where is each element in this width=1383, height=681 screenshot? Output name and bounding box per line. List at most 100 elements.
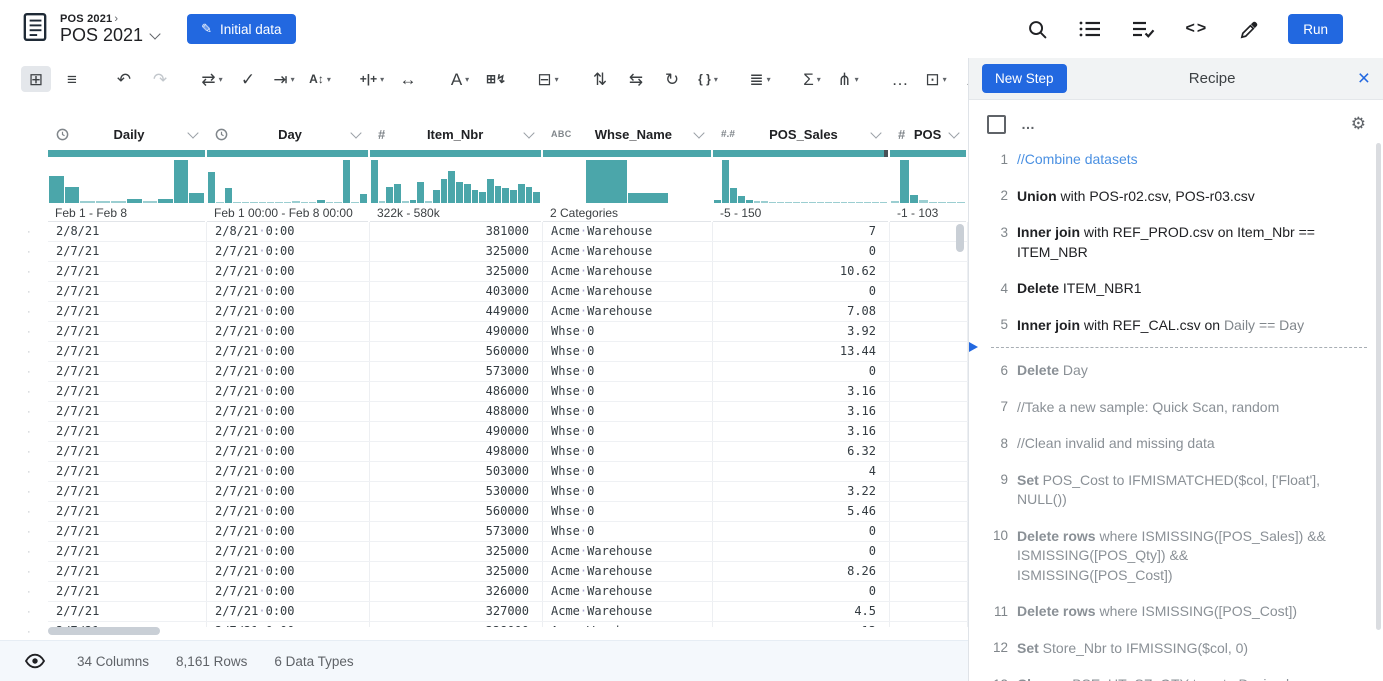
table-cell[interactable]: 2/7/21 bbox=[48, 302, 207, 321]
more-button[interactable]: … bbox=[885, 66, 915, 92]
eye-icon[interactable] bbox=[25, 653, 45, 669]
row-handle[interactable]: · bbox=[0, 482, 48, 502]
histogram-bar[interactable] bbox=[769, 202, 776, 203]
merge-columns-button[interactable]: ↔ bbox=[393, 66, 423, 92]
histogram-bar[interactable] bbox=[533, 192, 540, 203]
table-cell[interactable]: Acme·Warehouse bbox=[543, 562, 713, 581]
replace-button[interactable]: ⇄▾ bbox=[197, 66, 227, 92]
table-cell[interactable]: 326000 bbox=[370, 582, 543, 601]
histogram-bar[interactable] bbox=[929, 202, 937, 203]
table-cell[interactable]: 325000 bbox=[370, 542, 543, 561]
table-cell[interactable]: 4.5 bbox=[713, 602, 890, 621]
table-cell[interactable]: 560000 bbox=[370, 342, 543, 361]
table-cell[interactable] bbox=[890, 542, 968, 561]
initial-data-button[interactable]: ✎Initial data bbox=[187, 14, 295, 44]
column-quality-bar[interactable] bbox=[207, 150, 368, 157]
vertical-scrollbar[interactable] bbox=[956, 224, 964, 252]
table-cell[interactable]: 2/7/21 bbox=[48, 602, 207, 621]
table-cell[interactable]: Whse·0 bbox=[543, 322, 713, 341]
table-cell[interactable]: 2/7/21·0:00 bbox=[207, 402, 370, 421]
table-cell[interactable]: 449000 bbox=[370, 302, 543, 321]
table-cell[interactable]: 2/8/21 bbox=[48, 222, 207, 241]
table-cell[interactable]: 403000 bbox=[370, 282, 543, 301]
column-quality-bar[interactable] bbox=[48, 150, 205, 157]
table-cell[interactable] bbox=[890, 342, 968, 361]
histogram-bar[interactable] bbox=[502, 188, 509, 203]
table-cell[interactable]: Acme·Warehouse bbox=[543, 542, 713, 561]
histogram-bar[interactable] bbox=[586, 160, 627, 203]
table-cell[interactable]: 486000 bbox=[370, 382, 543, 401]
recipe-step-6[interactable]: 6Delete Day bbox=[986, 361, 1367, 381]
table-cell[interactable]: 2/7/21 bbox=[48, 522, 207, 541]
histogram-bar[interactable] bbox=[856, 202, 863, 203]
histogram-bar[interactable] bbox=[809, 202, 816, 203]
histogram-bar[interactable] bbox=[510, 190, 517, 203]
table-cell[interactable]: 328000 bbox=[370, 622, 543, 627]
row-handle[interactable]: · bbox=[0, 322, 48, 342]
histogram-bar[interactable] bbox=[900, 160, 908, 203]
table-cell[interactable]: 2/7/21·0:00 bbox=[207, 322, 370, 341]
histogram-bar[interactable] bbox=[225, 188, 232, 203]
table-cell[interactable]: 4 bbox=[713, 462, 890, 481]
run-button[interactable]: Run bbox=[1288, 14, 1343, 44]
histogram-bar[interactable] bbox=[947, 202, 955, 203]
table-cell[interactable]: 327000 bbox=[370, 602, 543, 621]
histogram-bar[interactable] bbox=[754, 201, 761, 203]
checklist-icon[interactable] bbox=[1132, 19, 1155, 39]
table-cell[interactable]: 2/7/21·0:00 bbox=[207, 522, 370, 541]
histogram-bar[interactable] bbox=[841, 202, 848, 203]
table-cell[interactable]: Whse·0 bbox=[543, 422, 713, 441]
select-all-checkbox[interactable] bbox=[987, 115, 1006, 134]
histogram-bar[interactable] bbox=[233, 202, 240, 203]
table-cell[interactable]: 7.08 bbox=[713, 302, 890, 321]
row-handle[interactable]: · bbox=[0, 242, 48, 262]
table-cell[interactable]: 2/7/21 bbox=[48, 502, 207, 521]
histogram-bar[interactable] bbox=[441, 179, 448, 204]
histogram-bar[interactable] bbox=[433, 190, 440, 203]
table-cell[interactable]: 2/7/21·0:00 bbox=[207, 602, 370, 621]
histogram-bar[interactable] bbox=[208, 172, 215, 203]
table-cell[interactable]: 560000 bbox=[370, 502, 543, 521]
histogram-bar[interactable] bbox=[456, 182, 463, 204]
histogram-bar[interactable] bbox=[833, 202, 840, 203]
row-handle[interactable]: · bbox=[0, 522, 48, 542]
histogram-bar[interactable] bbox=[628, 193, 669, 203]
sort-button[interactable]: A↕▾ bbox=[305, 66, 335, 92]
table-cell[interactable] bbox=[890, 622, 968, 627]
histogram-bar[interactable] bbox=[472, 190, 479, 203]
search-icon[interactable] bbox=[1027, 19, 1048, 40]
functions-button[interactable]: { }▾ bbox=[693, 66, 723, 92]
table-cell[interactable]: 2/7/21·0:00 bbox=[207, 282, 370, 301]
histogram-bar[interactable] bbox=[379, 201, 386, 203]
row-handle[interactable]: · bbox=[0, 582, 48, 602]
histogram-bar[interactable] bbox=[158, 199, 173, 203]
table-cell[interactable]: 3.16 bbox=[713, 422, 890, 441]
table-cell[interactable]: 530000 bbox=[370, 482, 543, 501]
table-cell[interactable]: 7 bbox=[713, 222, 890, 241]
page-title[interactable]: POS 2021 bbox=[60, 26, 159, 46]
recipe-step-11[interactable]: 11Delete rows where ISMISSING([POS_Cost]… bbox=[986, 602, 1367, 622]
column-histogram[interactable] bbox=[890, 157, 966, 203]
table-cell[interactable]: 2/7/21 bbox=[48, 582, 207, 601]
table-cell[interactable] bbox=[890, 482, 968, 501]
undo-button[interactable]: ↶ bbox=[109, 66, 139, 92]
table-cell[interactable]: 13.44 bbox=[713, 342, 890, 361]
table-cell[interactable]: Whse·0 bbox=[543, 402, 713, 421]
table-cell[interactable]: Whse·0 bbox=[543, 522, 713, 541]
table-cell[interactable]: Acme·Warehouse bbox=[543, 302, 713, 321]
table-cell[interactable] bbox=[890, 302, 968, 321]
row-handle[interactable]: · bbox=[0, 442, 48, 462]
histogram-bar[interactable] bbox=[910, 195, 918, 203]
unpivot-button[interactable]: ⇅ bbox=[585, 66, 615, 92]
column-histogram[interactable] bbox=[713, 157, 888, 203]
text-format-button[interactable]: A▾ bbox=[445, 66, 475, 92]
column-histogram[interactable] bbox=[543, 157, 711, 203]
table-cell[interactable]: 8.26 bbox=[713, 562, 890, 581]
filter-columns-button[interactable]: ⇥▾ bbox=[269, 66, 299, 92]
table-cell[interactable]: 325000 bbox=[370, 262, 543, 281]
table-cell[interactable]: 381000 bbox=[370, 222, 543, 241]
breadcrumb[interactable]: POS 2021› bbox=[60, 13, 159, 25]
histogram-bar[interactable] bbox=[143, 201, 158, 203]
table-cell[interactable] bbox=[890, 422, 968, 441]
table-cell[interactable]: 0 bbox=[713, 242, 890, 261]
